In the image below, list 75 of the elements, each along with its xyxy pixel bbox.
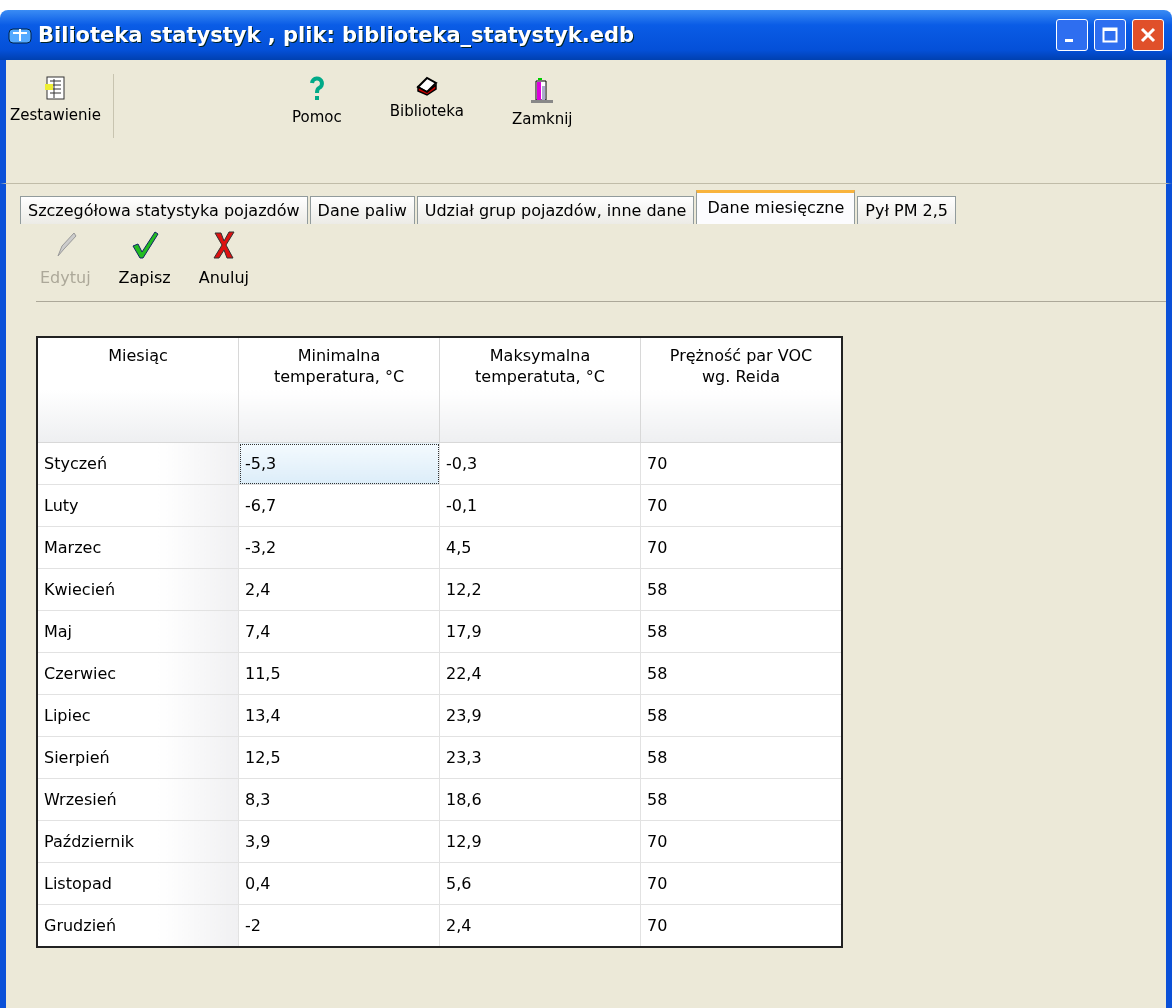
- table-cell: 12,2: [439, 568, 641, 611]
- table-cell: 70: [640, 526, 842, 569]
- table-cell: 2,4: [238, 568, 440, 611]
- table-cell: 58: [640, 610, 842, 653]
- report-button[interactable]: Zestawienie: [6, 74, 105, 126]
- tab[interactable]: Pył PM 2,5: [857, 196, 956, 224]
- table-cell: 70: [640, 442, 842, 485]
- form-icon: [44, 76, 67, 100]
- save-button[interactable]: Zapisz: [114, 228, 175, 289]
- table-cell: 70: [640, 484, 842, 527]
- checkmark-icon: [130, 230, 159, 260]
- table-cell: 8,3: [238, 778, 440, 821]
- minimize-button[interactable]: [1056, 19, 1088, 51]
- table-cell: 2,4: [439, 904, 641, 947]
- month-cell: Październik: [37, 820, 239, 863]
- tab[interactable]: Dane paliw: [309, 196, 415, 224]
- window-title: Bilioteka statystyk , plik: biblioteka_statystyk.edb: [38, 23, 635, 47]
- table-cell: 3,9: [238, 820, 440, 863]
- table-cell: 70: [640, 904, 842, 947]
- table-cell: -0,1: [439, 484, 641, 527]
- close-button[interactable]: Zamknij: [507, 74, 577, 130]
- table-cell: -0,3: [439, 442, 641, 485]
- tab[interactable]: Udział grup pojazdów, inne dane: [416, 196, 695, 224]
- maximize-icon: [1102, 27, 1118, 43]
- table-cell: 70: [640, 820, 842, 863]
- table-cell: 58: [640, 778, 842, 821]
- close-icon: [1140, 27, 1156, 43]
- column-header[interactable]: Minimalna temperatura, °C: [238, 337, 440, 443]
- month-cell: Styczeń: [37, 442, 239, 485]
- month-cell: Listopad: [37, 862, 239, 905]
- month-cell: Lipiec: [37, 694, 239, 737]
- table-cell: 5,6: [439, 862, 641, 905]
- table-cell: 58: [640, 652, 842, 695]
- table-cell: 22,4: [439, 652, 641, 695]
- month-cell: Czerwiec: [37, 652, 239, 695]
- cross-icon: [211, 230, 236, 260]
- table-cell: 58: [640, 568, 842, 611]
- table-cell: -2: [238, 904, 440, 947]
- table-cell: 11,5: [238, 652, 440, 695]
- month-cell: Maj: [37, 610, 239, 653]
- table-cell: 58: [640, 736, 842, 779]
- table-cell: 13,4: [238, 694, 440, 737]
- minimize-icon: [1065, 38, 1073, 42]
- table-cell: 17,9: [439, 610, 641, 653]
- table-cell: -3,2: [238, 526, 440, 569]
- maximize-button[interactable]: [1094, 19, 1126, 51]
- table-cell: 23,3: [439, 736, 641, 779]
- tab[interactable]: Szczegółowa statystyka pojazdów: [20, 196, 308, 224]
- month-cell: Grudzień: [37, 904, 239, 947]
- table-cell: 18,6: [439, 778, 641, 821]
- table-cell: 7,4: [238, 610, 440, 653]
- month-cell: Wrzesień: [37, 778, 239, 821]
- column-header[interactable]: Prężność par VOC wg. Reida: [640, 337, 842, 443]
- table-cell: 70: [640, 862, 842, 905]
- help-button[interactable]: Pomoc: [287, 74, 346, 130]
- table-cell: -6,7: [238, 484, 440, 527]
- tab[interactable]: Dane miesięczne: [696, 190, 856, 224]
- column-header[interactable]: Maksymalna temperatuta, °C: [439, 337, 641, 443]
- table-cell: 58: [640, 694, 842, 737]
- table-cell: 23,9: [439, 694, 641, 737]
- table-cell: 12,5: [238, 736, 440, 779]
- library-icon: [414, 76, 439, 96]
- month-cell: Sierpień: [37, 736, 239, 779]
- close-button[interactable]: [1132, 19, 1164, 51]
- library-button[interactable]: Biblioteka: [385, 74, 468, 130]
- table-cell: 12,9: [439, 820, 641, 863]
- table-cell: -5,3: [238, 442, 440, 485]
- table-cell: 0,4: [238, 862, 440, 905]
- month-cell: Kwiecień: [37, 568, 239, 611]
- column-header[interactable]: Miesiąc: [37, 337, 239, 443]
- cancel-button[interactable]: Anuluj: [194, 228, 253, 289]
- help-icon: [308, 76, 325, 102]
- month-cell: Marzec: [37, 526, 239, 569]
- month-cell: Luty: [37, 484, 239, 527]
- table-cell: 4,5: [439, 526, 641, 569]
